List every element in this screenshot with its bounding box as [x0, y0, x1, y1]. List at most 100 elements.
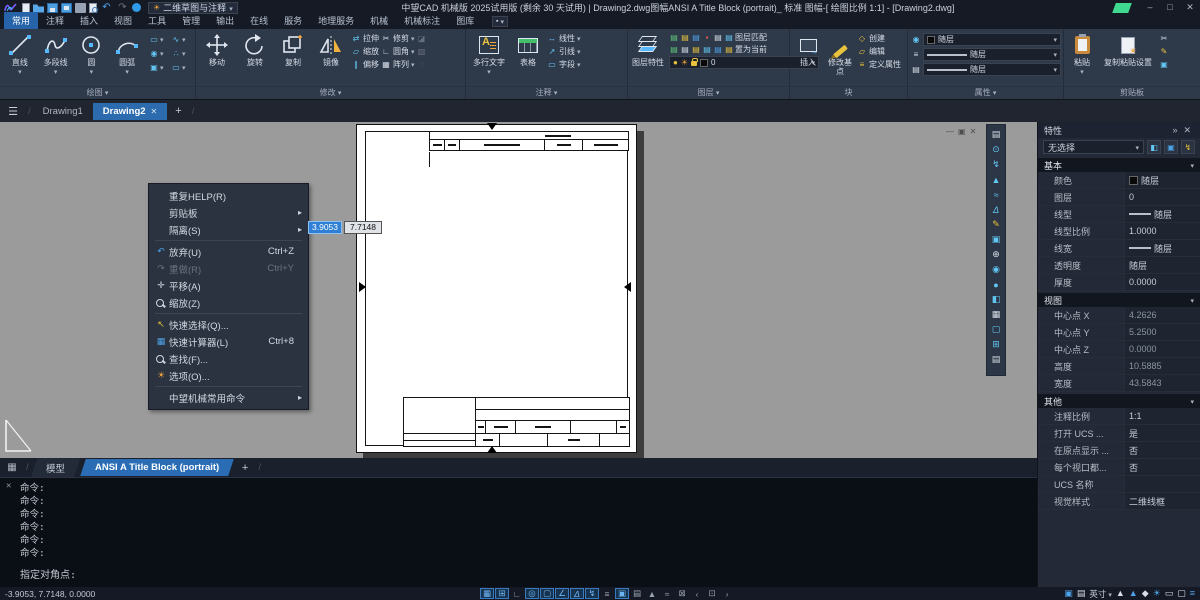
block-tool-button[interactable]: ▱编辑 [857, 45, 901, 58]
properties-group-label[interactable]: 属性 [908, 86, 1063, 99]
draw-tool-button[interactable]: ▭ [149, 32, 171, 46]
layer-tool-icon[interactable]: ▤ [724, 45, 734, 54]
dynamic-input-y[interactable]: 7.7148 [344, 221, 382, 234]
context-menu-item[interactable] [155, 313, 302, 314]
modify-tool-button[interactable]: ⇄拉伸 [351, 32, 379, 45]
status-toggle[interactable]: › [720, 588, 734, 599]
draw-tool-button[interactable]: ▣ [149, 60, 171, 74]
property-row[interactable]: 线宽随层 [1038, 240, 1200, 257]
undo-icon[interactable]: ↶ [100, 3, 113, 13]
clipboard-tool-button[interactable]: ✂ [1159, 32, 1169, 45]
line-button[interactable]: 直线 [3, 32, 37, 77]
command-prompt[interactable]: 指定对角点: [20, 566, 76, 581]
context-menu-item[interactable] [155, 240, 302, 241]
side-tool-button[interactable]: ↯ [987, 157, 1005, 172]
layer-tool-icon[interactable]: ▪ [702, 33, 712, 42]
property-row[interactable]: 每个视口都...否 [1038, 459, 1200, 476]
quick-select-icon[interactable]: ↯ [1181, 140, 1195, 154]
status-icon[interactable]: ▢ [1177, 588, 1186, 599]
property-row[interactable]: 视觉样式二维线框 [1038, 493, 1200, 510]
modify-tool-button[interactable]: ∥偏移 [351, 58, 379, 71]
ribbon-tab[interactable]: 输出 [208, 12, 242, 29]
layer-tool-icon[interactable]: ▤ [691, 45, 701, 54]
polyline-button[interactable]: 多段线 [39, 32, 73, 77]
layout-tab[interactable]: 模型 [30, 458, 80, 478]
viewport-grip-right[interactable] [624, 282, 631, 292]
minimize-button[interactable]: – [1140, 0, 1160, 15]
help-icon[interactable] [132, 3, 141, 12]
clipboard-tool-button[interactable]: ✎ [1159, 45, 1169, 58]
close-button[interactable]: ✕ [1180, 0, 1200, 15]
property-row[interactable]: 线型随层 [1038, 206, 1200, 223]
paste-button[interactable]: 粘贴 [1067, 32, 1097, 77]
color-dropdown[interactable]: 随层 [923, 33, 1061, 46]
edit-basepoint-button[interactable]: 修改基点 [825, 32, 855, 76]
annotation-tool-button[interactable]: ↔线性 [547, 32, 581, 45]
side-tool-button[interactable]: ▢ [987, 322, 1005, 337]
layer-match-button[interactable]: 图层匹配 [735, 32, 767, 43]
section-basic[interactable]: 基本 [1038, 158, 1200, 172]
context-menu-item[interactable]: ↖ 快速选择(Q)... [149, 316, 308, 333]
arc-button[interactable]: 圆弧 [110, 32, 144, 77]
status-toggle[interactable]: ≈ [660, 588, 674, 599]
context-menu-item[interactable]: ☀ 选项(O)... [149, 367, 308, 384]
annotation-group-label[interactable]: 注释 [466, 86, 627, 99]
status-toggle[interactable]: ⊠ [675, 588, 689, 599]
modify-tool-button[interactable]: ◌ [417, 58, 427, 71]
rotate-button[interactable]: 旋转 [237, 32, 273, 67]
status-icon[interactable]: ▲ [1116, 588, 1125, 599]
side-tool-button[interactable]: ▦ [987, 307, 1005, 322]
units-dropdown[interactable]: 英寸 [1089, 588, 1112, 600]
ribbon-tab[interactable]: 机械标注 [396, 12, 448, 29]
status-toggle[interactable]: ▣ [615, 588, 629, 599]
property-row[interactable]: 中心点 Y5.2500 [1038, 324, 1200, 341]
annotation-tool-button[interactable]: ▭字段 [547, 58, 581, 71]
ribbon-tab[interactable]: 服务 [276, 12, 310, 29]
copy-button[interactable]: 复制 [275, 32, 311, 67]
insert-block-button[interactable]: 插入 [793, 32, 823, 67]
viewport-grip-bottom[interactable] [487, 446, 497, 453]
layer-tool-icon[interactable]: ▤ [713, 33, 723, 42]
property-row[interactable]: 注释比例1:1 [1038, 408, 1200, 425]
side-tool-button[interactable]: ◉ [987, 262, 1005, 277]
side-tool-button[interactable]: ▣ [987, 232, 1005, 247]
status-toggle[interactable]: ↯ [585, 588, 599, 599]
plot-icon[interactable] [75, 3, 86, 13]
layer-tool-icon[interactable]: ▤ [669, 45, 679, 54]
status-toggle[interactable]: ▦ [480, 588, 494, 599]
status-toggle[interactable]: ▢ [540, 588, 554, 599]
side-tool-button[interactable]: ≈ [987, 187, 1005, 202]
new-document-tab-button[interactable]: + [167, 105, 189, 117]
ribbon-tab[interactable]: 机械 [362, 12, 396, 29]
side-tool-button[interactable]: Δ [987, 202, 1005, 217]
table-button[interactable]: 表格 [511, 32, 545, 67]
ribbon-tab[interactable]: 地理服务 [310, 12, 362, 29]
layout-tab[interactable]: ANSI A Title Block (portrait) [80, 459, 234, 476]
command-line-panel[interactable]: ✕ 命令:命令:命令:命令:命令:命令: 指定对角点: [0, 477, 1037, 587]
ribbon-tab[interactable]: 图库 [448, 12, 482, 29]
palette-collapse-icon[interactable]: » [1169, 125, 1180, 135]
linetype-dropdown[interactable]: 随层 [923, 48, 1061, 61]
draw-group-label[interactable]: 绘图 [0, 86, 195, 99]
layer-tool-icon[interactable]: ▤ [702, 45, 712, 54]
ribbon-tab[interactable]: 管理 [174, 12, 208, 29]
annotation-tool-button[interactable]: ↗引线 [547, 45, 581, 58]
side-tool-button[interactable]: ▲ [987, 172, 1005, 187]
status-icon[interactable]: ▣ [1064, 588, 1073, 599]
layout-list-icon[interactable]: ▦ [0, 462, 24, 473]
block-tool-button[interactable]: ◇创建 [857, 32, 901, 45]
save-icon[interactable] [47, 3, 58, 13]
layout-paper[interactable] [356, 124, 637, 453]
modify-tool-button[interactable]: ▨ [417, 45, 427, 58]
draw-tool-button[interactable]: ▭ [171, 60, 193, 74]
modify-tool-button[interactable]: ✂修剪 [381, 32, 415, 45]
status-toggle[interactable]: ⊞ [495, 588, 509, 599]
doc-minimize-icon[interactable]: — [946, 127, 954, 136]
layer-tool-icon[interactable]: ▤ [669, 33, 679, 42]
maximize-button[interactable]: □ [1160, 0, 1180, 15]
property-row[interactable]: 打开 UCS ...是 [1038, 425, 1200, 442]
drawing-canvas[interactable]: — ▣ ✕ ▤⊙↯▲≈Δ✎▣⊕◉●◧▦▢⊞▤ 重复HELP(R) [0, 122, 1037, 458]
selection-filter-dropdown[interactable]: 无选择 [1043, 140, 1144, 154]
draw-tool-button[interactable]: ∴ [171, 46, 193, 60]
save-as-icon[interactable] [61, 3, 72, 13]
